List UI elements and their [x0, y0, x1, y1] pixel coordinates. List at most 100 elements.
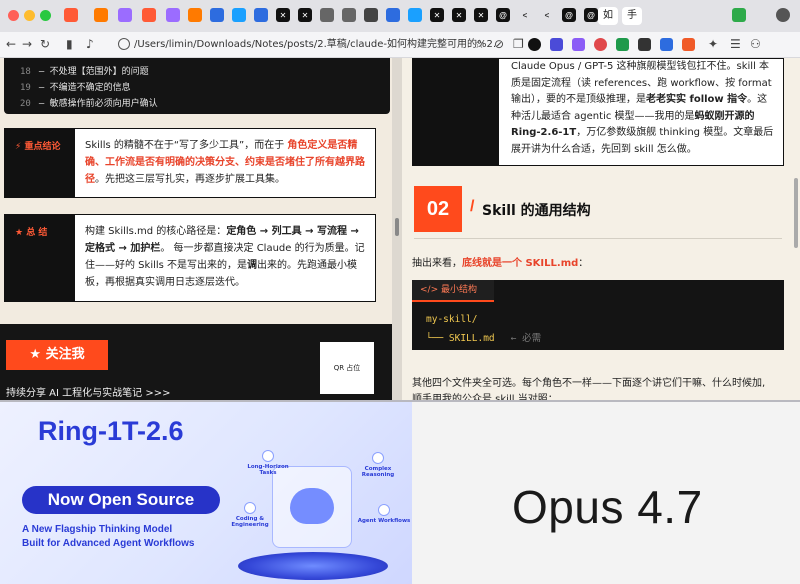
qr-placeholder: QR 占位 [320, 342, 374, 394]
feature-long-horizon: Long-Horizon Tasks [240, 450, 296, 476]
brain-icon [290, 488, 334, 524]
glowing-pedestal [238, 552, 388, 580]
extension-icon[interactable] [638, 38, 651, 51]
threads-icon[interactable]: @ [584, 8, 598, 22]
callout-tag: ★ 总 结 [5, 215, 75, 301]
feature-icon [372, 452, 384, 464]
maximize-window-button[interactable] [40, 10, 51, 21]
extension-icon[interactable] [594, 38, 607, 51]
callout-text: Skills 的精髓不在于“写了多少工具”，而在于 角色定义是否精确、工作流是否… [85, 140, 365, 185]
x-logo-icon[interactable]: ✕ [276, 8, 290, 22]
opus-panel: Opus 4.7 [412, 402, 800, 584]
ring-promo-panel: Ring-1T-2.6 Now Open Source A New Flagsh… [0, 402, 412, 584]
tab-favicon-icon[interactable] [210, 8, 224, 22]
extension-icon[interactable] [572, 38, 585, 51]
paragraph: 其他四个文件夹全可选。每个角色不一样——下面逐个讲它们干嘛、什么时候加, 顺手用我… [412, 378, 766, 402]
feature-icon [244, 502, 256, 514]
microphone-icon[interactable]: ♪ [86, 37, 94, 51]
callout-text: Claude Opus / GPT-5 这种旗舰模型钱包扛不住。skill 本质… [511, 61, 774, 155]
x-logo-icon[interactable]: ✕ [452, 8, 466, 22]
code-line: 19— 不编造不确定的信息 [20, 83, 131, 93]
link-icon[interactable]: ⊘ [494, 37, 504, 51]
tab-favicon-icon[interactable] [254, 8, 268, 22]
assistant-icon[interactable]: ⚇ [750, 37, 761, 51]
extension-icon[interactable] [682, 38, 695, 51]
threads-icon[interactable]: @ [562, 8, 576, 22]
extensions-icon[interactable]: ✦ [708, 37, 718, 51]
summary-callout: ★ 总 结 构建 Skills.md 的核心路径是：定角色 → 列工具 → 写流… [4, 214, 376, 302]
extension-icon[interactable] [616, 38, 629, 51]
extension-icon[interactable] [660, 38, 673, 51]
profile-avatar-icon[interactable] [776, 8, 790, 22]
close-window-button[interactable] [8, 10, 19, 21]
code-line: └── SKILL.md ← 必需 [426, 333, 542, 344]
tab-bar: ✕ ✕ ✕ ✕ ✕ @ < < @ @ 如 手 [0, 0, 800, 32]
right-preview-pane: Claude Opus / GPT-5 这种旗舰模型钱包扛不住。skill 本质… [402, 58, 800, 402]
x-logo-icon[interactable]: ✕ [474, 8, 488, 22]
follow-button[interactable]: ★ 关注我 [6, 340, 108, 370]
open-source-badge: Now Open Source [22, 486, 220, 514]
tab-favicon-icon[interactable] [320, 8, 334, 22]
callout-text: 构建 Skills.md 的核心路径是：定角色 → 列工具 → 写流程 → 定格… [85, 226, 365, 288]
opus-title: Opus 4.7 [512, 481, 703, 533]
address-bar[interactable]: /Users/limin/Downloads/Notes/posts/2.草稿/… [134, 36, 496, 54]
forward-arrow-icon[interactable]: → [22, 37, 32, 51]
tab-favicon-icon[interactable] [232, 8, 246, 22]
key-conclusion-callout: ⚡ 重点结论 Skills 的精髓不在于“写了多少工具”，而在于 角色定义是否精… [4, 128, 376, 198]
tab-favicon-icon[interactable] [166, 8, 180, 22]
back-chevron-icon[interactable]: < [518, 8, 532, 22]
reload-icon[interactable]: ↻ [40, 37, 50, 51]
bookmark-star-icon[interactable]: ☆ [474, 37, 485, 51]
tab-favicon-icon[interactable] [342, 8, 356, 22]
tab-favicon-icon[interactable] [94, 8, 108, 22]
code-line: 18— 不处理【范围外】的问题 [20, 67, 149, 77]
tab-favicon-icon[interactable] [386, 8, 400, 22]
tab-favicon-icon[interactable] [408, 8, 422, 22]
globe-icon [118, 38, 130, 50]
x-logo-icon[interactable]: ✕ [430, 8, 444, 22]
browser-window: ✕ ✕ ✕ ✕ ✕ @ < < @ @ 如 手 ← → ↻ ▮ ♪ /Users… [0, 0, 800, 402]
section-number: 02 [414, 186, 462, 232]
extension-icon[interactable] [550, 38, 563, 51]
menu-icon[interactable]: ☰ [730, 37, 741, 51]
model-note-callout: Claude Opus / GPT-5 这种旗舰模型钱包扛不住。skill 本质… [412, 58, 784, 166]
code-card-tag: </> 最小结构 [412, 280, 494, 302]
tab-favicon-icon[interactable] [732, 8, 746, 22]
callout-tag: ⚡ 重点结论 [5, 129, 75, 197]
feature-icon [262, 450, 274, 462]
back-arrow-icon[interactable]: ← [6, 37, 16, 51]
ring-subtitle: Built for Advanced Agent Workflows [22, 538, 195, 549]
x-logo-icon[interactable]: ✕ [298, 8, 312, 22]
tab-ru[interactable]: 如 [598, 7, 618, 25]
feature-agent-workflows: Agent Workflows [356, 504, 412, 524]
sidebar-icon[interactable]: ▮ [66, 37, 73, 51]
minimize-window-button[interactable] [24, 10, 35, 21]
series-note: 持续分享 AI 工程化与实战笔记 >>> [6, 388, 171, 399]
tab-favicon-icon[interactable] [118, 8, 132, 22]
tab-favicon-icon[interactable] [188, 8, 202, 22]
drag-handle-icon[interactable] [395, 218, 399, 236]
threads-icon[interactable]: @ [496, 8, 510, 22]
screen: ✕ ✕ ✕ ✕ ✕ @ < < @ @ 如 手 ← → ↻ ▮ ♪ /Users… [0, 0, 800, 584]
tab-favicon-icon[interactable] [64, 8, 78, 22]
section-title: Skill 的通用结构 [482, 203, 591, 219]
back-chevron-icon[interactable]: < [540, 8, 554, 22]
code-line: my-skill/ [426, 314, 478, 325]
scrollbar[interactable] [794, 178, 798, 248]
ring-title: Ring-1T-2.6 [38, 416, 184, 446]
section-slash: / [470, 198, 475, 215]
feature-coding: Coding & Engineering [222, 502, 278, 528]
left-preview-pane: 18— 不处理【范围外】的问题 19— 不编造不确定的信息 20— 敏感操作前必… [0, 58, 392, 400]
feature-icon [378, 504, 390, 516]
tab-favicon-icon[interactable] [364, 8, 378, 22]
copy-icon[interactable]: ❐ [513, 37, 524, 51]
code-block: 18— 不处理【范围外】的问题 19— 不编造不确定的信息 20— 敏感操作前必… [4, 58, 390, 114]
section-divider [414, 238, 782, 239]
tab-shou[interactable]: 手 [622, 7, 642, 25]
extension-icon[interactable] [528, 38, 541, 51]
follow-footer: ★ 关注我 QR 占位 持续分享 AI 工程化与实战笔记 >>> [0, 324, 392, 400]
section-lead: 抽出来看，底线就是一个 SKILL.md： [412, 258, 589, 269]
callout-tag [413, 59, 499, 165]
feature-complex-reasoning: Complex Reasoning [350, 452, 406, 478]
tab-favicon-icon[interactable] [142, 8, 156, 22]
